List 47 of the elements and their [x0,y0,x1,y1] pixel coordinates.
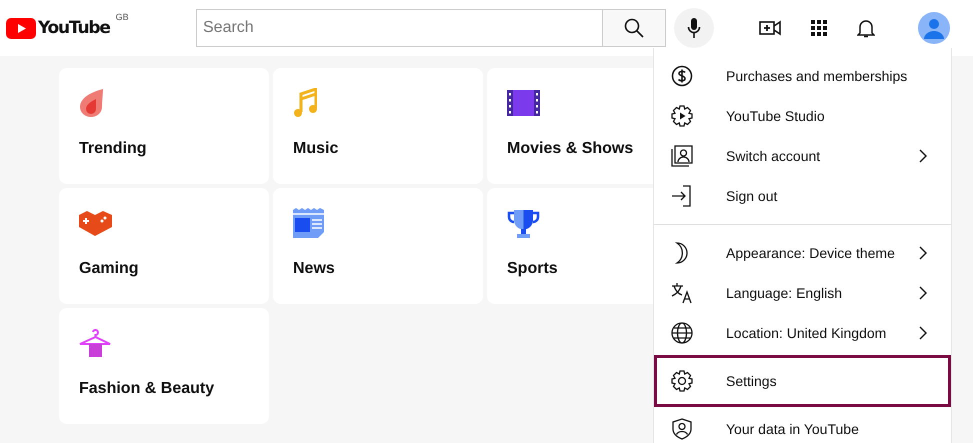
category-label: News [293,260,336,278]
logo-text[interactable]: YouTube [38,18,110,38]
category-card[interactable]: Gaming [59,188,269,304]
chevron-right-icon [919,149,927,163]
category-card[interactable]: Fashion & Beauty [59,308,269,424]
category-label: Music [293,140,340,158]
newspaper-icon [293,208,324,238]
search-button[interactable] [602,9,666,47]
trophy-icon [507,208,540,238]
apps-grid-icon[interactable] [811,20,827,36]
search-icon [624,18,644,38]
shield-person-icon [672,418,692,440]
avatar[interactable] [918,12,950,44]
play-logo-icon[interactable] [6,18,36,38]
search-field[interactable]: Search [196,9,602,47]
category-card[interactable]: Music [273,68,483,184]
chevron-right-icon [919,286,927,300]
chevron-right-icon [919,326,927,340]
chevron-right-icon [919,246,927,260]
gear-play-icon [671,105,693,127]
globe-icon [671,322,693,344]
category-card[interactable]: News [273,188,483,304]
translate-icon [671,282,693,304]
flame-icon [79,88,105,118]
region-code: GB [116,12,129,22]
category-label: Fashion & Beauty [79,380,216,398]
category-card[interactable]: Trending [59,68,269,184]
category-label: Sports [507,260,559,278]
category-label: Gaming [79,260,140,278]
menu-item[interactable]: Settings [654,355,951,407]
sign-out-icon [671,185,693,207]
hanger-icon [79,326,111,360]
menu-item[interactable]: Your data in YouTube [654,409,951,443]
moon-icon [675,242,689,264]
menu-item[interactable]: Location: United Kingdom [654,313,951,353]
gamepad-icon [79,210,112,236]
category-label: Trending [79,140,148,158]
category-label: Movies & Shows [507,140,634,158]
music-note-icon [293,88,317,118]
person-frame-icon [671,145,693,167]
microphone-button[interactable] [674,8,714,48]
microphone-icon [687,17,701,39]
bell-icon[interactable] [857,18,875,38]
film-strip-icon [507,90,540,116]
dollar-circle-icon [671,65,693,87]
video-plus-icon[interactable] [759,20,781,36]
settings-icon [671,370,693,392]
